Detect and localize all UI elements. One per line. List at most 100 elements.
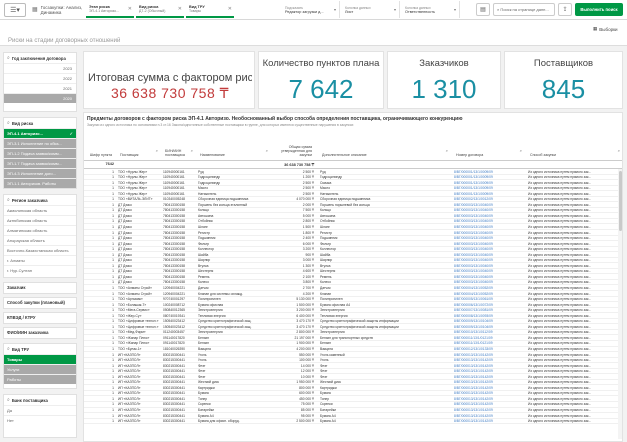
filter-header[interactable]: Заказчик [4, 283, 76, 292]
contract-link[interactable]: 8/ВГ/000013/13/1/0142/09 [454, 397, 524, 401]
vertical-scrollbar[interactable] [618, 169, 622, 439]
contract-link[interactable]: 8/ВГ/000011/13/1/0121/09 [454, 341, 524, 345]
search-input[interactable]: ⌕ Поиск на странице данн... [493, 3, 555, 16]
share-button[interactable]: ⇪ [558, 3, 572, 16]
contract-link[interactable]: 8/ВГ/000013/13/1/0142/09 [454, 408, 524, 412]
contract-link[interactable]: 8/ВГ/000009/13/1/0104/09 [454, 325, 524, 329]
column-header[interactable]: Способ закупки ⌕ [528, 137, 622, 161]
selection-chip-tru[interactable]: Вид ТРУ Товары ✕ [186, 1, 234, 18]
contract-link[interactable]: 8/ВГ/000013/13/1/0142/09 [454, 419, 524, 423]
contract-link[interactable]: 8/ВГ/000013/13/1/0142/09 [454, 364, 524, 368]
list-item[interactable]: Актюбинская область [4, 215, 76, 225]
column-header[interactable]: Дополнительное описание ⌕ [320, 137, 450, 161]
contract-link[interactable]: 8/ВГ/000001/13/1/0009/09 [454, 175, 524, 179]
contract-link[interactable]: 8/ВГ/000013/13/1/0142/09 [454, 402, 524, 406]
list-item[interactable]: ЭП-1.1 Авторизов. Работы [4, 178, 76, 188]
contract-link[interactable]: 8/ВГ/000010/13/1/0112/09 [454, 330, 524, 334]
list-item[interactable]: Услуги [4, 364, 76, 374]
contract-link[interactable]: 8/ВГ/000004/13/1/0052/09 [454, 292, 524, 296]
list-item[interactable]: ЭП-4.1 Авторизо... ✓ [4, 128, 76, 138]
contract-link[interactable]: 8/ВГ/000003/13/1/0040/09 [454, 258, 524, 262]
contract-link[interactable]: 8/ВГ/000003/13/1/0040/09 [454, 236, 524, 240]
contract-link[interactable]: 8/ВГ/000013/13/1/0142/09 [454, 414, 524, 418]
contract-link[interactable]: 8/ВГ/000007/13/1/0081/09 [454, 308, 524, 312]
app-menu-button[interactable]: ☰▾ [4, 2, 26, 17]
list-item[interactable]: ЭП-3.1 Исполнение по обяз... [4, 138, 76, 148]
contract-link[interactable]: 8/ВГ/000003/13/1/0040/09 [454, 242, 524, 246]
bookmark-button[interactable]: ▤ [476, 3, 490, 16]
filter-header[interactable]: ⌕ Регион заказчика [4, 195, 76, 205]
contract-link[interactable]: 8/ВГ/000002/13/1/0012/09 [454, 197, 524, 201]
contract-link[interactable]: 8/ВГ/000009/13/1/0104/09 [454, 319, 524, 323]
list-item[interactable]: Нет [4, 415, 76, 425]
contract-link[interactable]: 8/ВГ/000001/13/1/0009/09 [454, 170, 524, 174]
filter-header[interactable]: ⌕ Вид риска [4, 118, 76, 128]
contract-link[interactable]: 8/ВГ/000006/13/1/0072/09 [454, 303, 524, 307]
contract-link[interactable]: 8/ВГ/000003/13/1/0040/09 [454, 253, 524, 257]
search-icon[interactable]: ⌕ [156, 148, 158, 154]
contract-link[interactable]: 8/ВГ/000013/13/1/0142/09 [454, 353, 524, 357]
dimension-dropdown-responsibility[interactable]: Колонка данных Ответственность ▾ [402, 1, 460, 18]
list-item[interactable]: г. Нур-Султан [4, 265, 76, 275]
contract-link[interactable]: 8/ВГ/000003/13/1/0040/09 [454, 231, 524, 235]
list-item[interactable]: Атырауская область [4, 235, 76, 245]
column-header[interactable]: Наименование ⌕ [198, 137, 270, 161]
dimension-dropdown-hint[interactable]: Подсказать Редактор загрузки д... ▾ [282, 1, 340, 18]
list-item[interactable]: Товары [4, 354, 76, 364]
contract-link[interactable]: 8/ВГ/000001/13/1/0009/09 [454, 192, 524, 196]
list-item[interactable]: Работы [4, 374, 76, 384]
list-item[interactable]: Алматинская область [4, 225, 76, 235]
contract-link[interactable]: 8/ВГ/000003/13/1/0040/09 [454, 214, 524, 218]
list-item[interactable]: 2023 [4, 63, 76, 73]
contract-link[interactable]: 8/ВГ/000003/13/1/0040/09 [454, 280, 524, 284]
contract-link[interactable]: 8/ВГ/000013/13/1/0142/09 [454, 391, 524, 395]
filter-header[interactable]: ⌕ Год заключения договора [4, 53, 76, 63]
close-icon[interactable]: ✕ [178, 6, 182, 12]
column-header[interactable]: БИН/ИИН поставщика ⌕ [163, 137, 195, 161]
contract-link[interactable]: 8/ВГ/000013/13/1/0142/09 [454, 386, 524, 390]
column-header[interactable]: Поставщик ⌕ [118, 137, 160, 161]
contract-link[interactable]: 8/ВГ/000003/13/1/0040/09 [454, 208, 524, 212]
search-icon[interactable]: ⌕ [520, 148, 522, 154]
filter-header[interactable]: Способ закупки (плановый) [4, 298, 76, 307]
filter-header[interactable]: ⌕ Вид ТРУ [4, 344, 76, 354]
search-icon[interactable]: ⌕ [191, 148, 193, 154]
contract-link[interactable]: 8/ВГ/000003/13/1/0040/09 [454, 203, 524, 207]
filter-header[interactable]: ⌕ Банк поставщика [4, 395, 76, 405]
selection-chip-risk[interactable]: Вид риска ДТ-2 (Обычный) ✕ [136, 1, 184, 18]
contract-link[interactable]: 8/ВГ/000003/13/1/0040/09 [454, 264, 524, 268]
breadcrumb[interactable]: ▦ Госзакупки: Анализ, Динамика [32, 5, 84, 15]
list-item[interactable]: г. Алматы [4, 255, 76, 265]
list-item[interactable]: ЭП-1.2 Подача заявок/комм... [4, 148, 76, 158]
contract-link[interactable]: 8/ВГ/000013/13/1/0142/09 [454, 380, 524, 384]
list-item[interactable]: 2022 [4, 73, 76, 83]
contract-link[interactable]: 8/ВГ/000012/13/1/0133/09 [454, 347, 524, 351]
list-item[interactable]: Да [4, 405, 76, 415]
contract-link[interactable]: 8/ВГ/000013/13/1/0142/09 [454, 369, 524, 373]
contract-link[interactable]: 8/ВГ/000003/13/1/0040/09 [454, 269, 524, 273]
close-icon[interactable]: ✕ [128, 6, 132, 12]
search-icon[interactable]: ⌕ [266, 148, 268, 154]
contract-link[interactable]: 8/ВГ/000001/13/1/0009/09 [454, 181, 524, 185]
filter-header[interactable]: КПВЭД / КТРУ [4, 313, 76, 322]
contract-link[interactable]: 8/ВГ/000005/13/1/0061/09 [454, 297, 524, 301]
scrollbar-thumb[interactable] [618, 171, 622, 231]
contract-link[interactable]: 8/ВГ/000003/13/1/0040/09 [454, 275, 524, 279]
dimension-dropdown-sheet[interactable]: Колонка данных Лист ▾ [342, 1, 400, 18]
search-icon[interactable]: ⌕ [446, 148, 448, 154]
contract-link[interactable]: 8/ВГ/000001/13/1/0009/09 [454, 186, 524, 190]
list-item[interactable]: ЭП-1.7 Подача заявок/комм... [4, 158, 76, 168]
search-icon[interactable]: ⌕ [618, 148, 620, 154]
contract-link[interactable]: 8/ВГ/000011/13/1/0121/09 [454, 336, 524, 340]
column-header[interactable]: Общая сумма утвержденная для закупки [274, 137, 314, 161]
contract-link[interactable]: 8/ВГ/000013/13/1/0142/09 [454, 375, 524, 379]
contract-link[interactable]: 8/ВГ/000003/13/1/0040/09 [454, 247, 524, 251]
list-item[interactable]: Акмолинская область [4, 205, 76, 215]
column-header[interactable]: Шифр пункта [86, 137, 114, 161]
list-item[interactable]: ЭП-4.3 Исполнение дого... [4, 168, 76, 178]
list-item[interactable]: Восточно-Казахстанская область [4, 245, 76, 255]
contract-link[interactable]: 8/ВГ/000013/13/1/0142/09 [454, 358, 524, 362]
list-item[interactable]: 2021 [4, 83, 76, 93]
contract-link[interactable]: 8/ВГ/000003/13/1/0040/09 [454, 225, 524, 229]
filter-method[interactable]: Способ закупки (плановый) [3, 297, 77, 309]
